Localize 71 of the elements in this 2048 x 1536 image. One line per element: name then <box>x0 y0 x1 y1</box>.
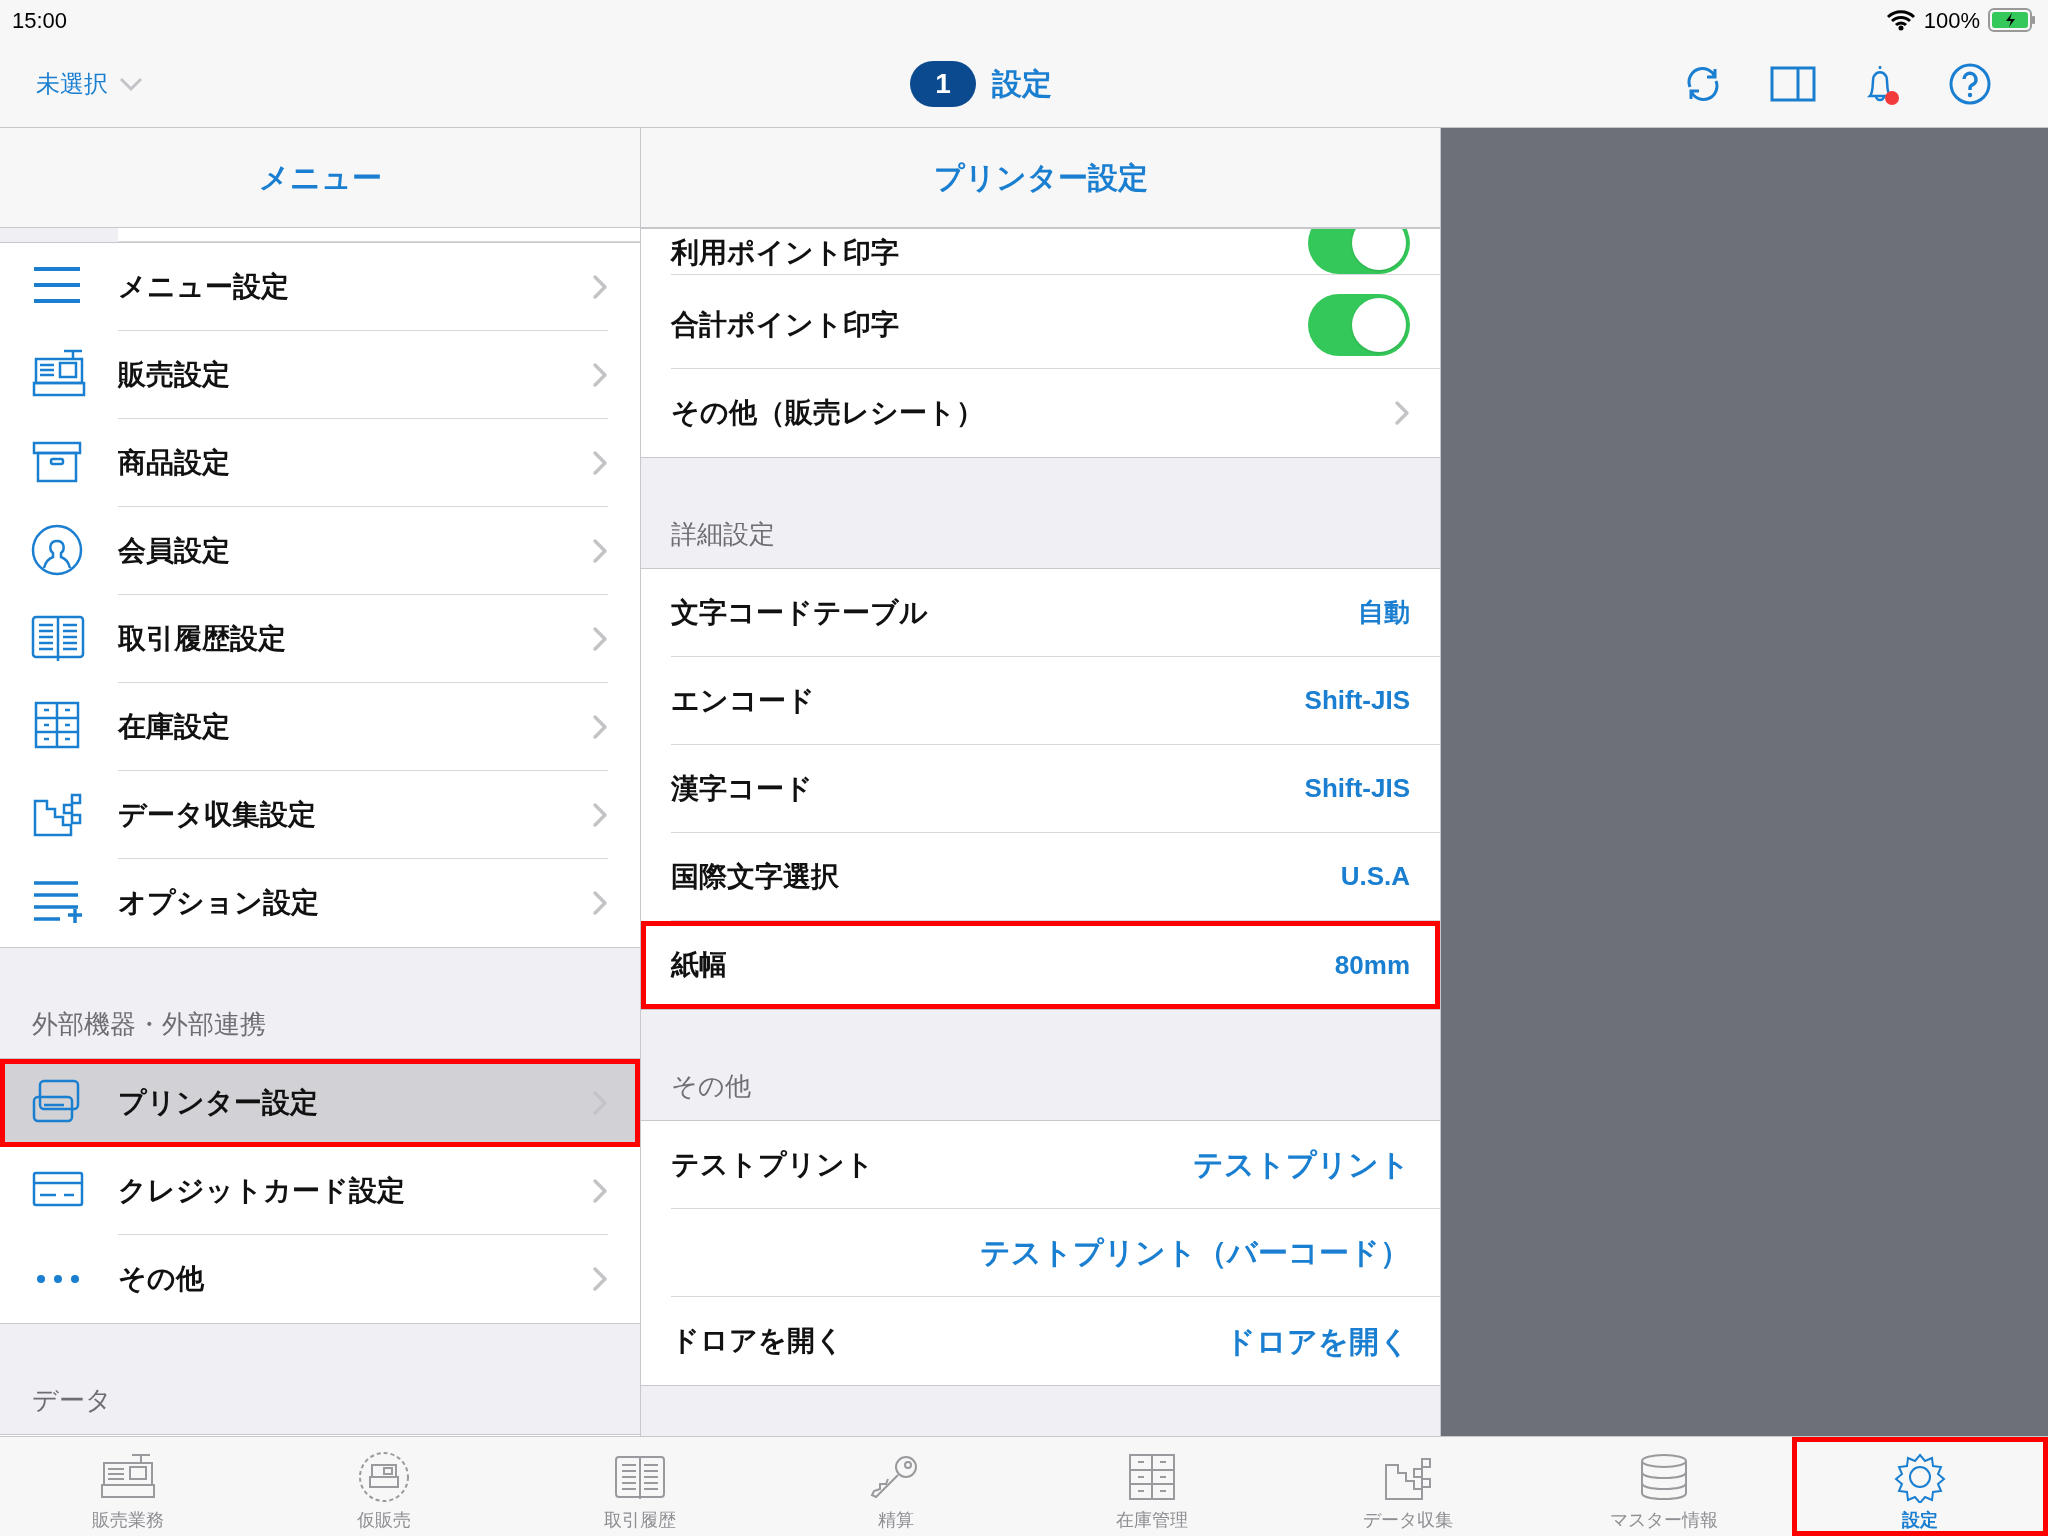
action-link[interactable]: ドロアを開く <box>1225 1318 1410 1364</box>
chevron-right-icon <box>592 890 608 916</box>
section-header: その他 <box>671 1070 751 1103</box>
menu-item-label: プリンター設定 <box>118 1085 319 1120</box>
chevron-right-icon <box>1394 400 1410 426</box>
setting-label: 国際文字選択 <box>671 859 840 894</box>
chevron-right-icon <box>592 273 608 300</box>
chevron-right-icon <box>592 625 608 652</box>
chevron-right-icon <box>592 1266 608 1292</box>
menu-item-label: 会員設定 <box>118 533 231 568</box>
chevron-right-icon <box>592 361 608 388</box>
setting-value: 80mm <box>1334 948 1410 982</box>
store-selector[interactable]: 未選択 <box>36 65 144 102</box>
menu-item-label: その他 <box>118 1262 205 1296</box>
setting-label: エンコード <box>671 683 816 718</box>
menu-item-label: メニュー設定 <box>118 269 290 304</box>
panel-title: プリンター設定 <box>933 160 1148 196</box>
menu-item-label: クレジットカード設定 <box>118 1173 406 1208</box>
battery-percent: 100% <box>1923 6 1980 35</box>
setting-value: Shift-JIS <box>1304 772 1410 805</box>
settings-row[interactable]: エンコード Shift-JIS <box>641 657 1440 745</box>
setting-value: U.S.A <box>1340 860 1410 893</box>
chevron-right-icon <box>592 1177 608 1204</box>
setting-value: Shift-JIS <box>1304 684 1410 717</box>
settings-row[interactable]: テストプリント（バーコード） <box>641 1209 1440 1297</box>
setting-label: テストプリント <box>671 1147 875 1182</box>
settings-row[interactable]: 紙幅 80mm <box>641 921 1440 1009</box>
menu-item[interactable]: プリンター設定 <box>0 1059 640 1147</box>
tab-item[interactable]: 設定 <box>1792 1437 2048 1536</box>
setting-label: 文字コードテーブル <box>671 595 929 630</box>
menu-item-label: 商品設定 <box>118 445 231 480</box>
setting-value: 自動 <box>1358 596 1410 629</box>
more-icon <box>34 1274 82 1284</box>
action-link[interactable]: テストプリント（バーコード） <box>980 1230 1410 1275</box>
settings-row[interactable]: 文字コードテーブル 自動 <box>641 569 1440 657</box>
section-header: データ <box>32 1384 112 1417</box>
menu-item-label: 在庫設定 <box>118 709 231 744</box>
setting-label: 利用ポイント印字 <box>671 236 900 270</box>
battery-icon <box>1988 8 2036 32</box>
settings-row[interactable]: その他（販売レシート） <box>641 369 1440 457</box>
menu-item-label: オプション設定 <box>118 886 320 920</box>
menu-item-label: 取引履歴設定 <box>118 621 287 656</box>
count-badge: 1 <box>910 60 976 107</box>
setting-label: 合計ポイント印字 <box>671 307 900 342</box>
chevron-right-icon <box>592 801 608 828</box>
chevron-right-icon <box>592 713 608 740</box>
setting-label: ドロアを開く <box>671 1324 845 1358</box>
setting-label: 紙幅 <box>671 948 728 982</box>
settings-row[interactable]: 漢字コード Shift-JIS <box>641 745 1440 833</box>
clock-time: 15:00 <box>12 6 68 35</box>
action-link[interactable]: テストプリント <box>1193 1142 1410 1187</box>
settings-row[interactable]: テストプリント テストプリント <box>641 1121 1440 1209</box>
sidebar-icon <box>1770 65 1816 102</box>
section-header: 外部機器・外部連携 <box>32 1008 266 1041</box>
page-title: 設定 <box>992 66 1052 102</box>
settings-row[interactable]: 国際文字選択 U.S.A <box>641 833 1440 921</box>
chevron-right-icon <box>592 449 608 476</box>
settings-row[interactable]: ドロアを開く ドロアを開く <box>641 1297 1440 1385</box>
help-icon <box>1948 61 1992 106</box>
toggle-switch[interactable] <box>1308 229 1410 274</box>
panel-title: メニュー <box>258 160 382 196</box>
menu-item-label: データ収集設定 <box>118 797 317 832</box>
chevron-down-icon <box>118 75 144 92</box>
split-view-button[interactable] <box>1770 65 1816 102</box>
chevron-right-icon <box>592 537 608 564</box>
setting-label: 漢字コード <box>671 771 814 806</box>
wifi-icon <box>1885 9 1916 31</box>
help-button[interactable] <box>1948 61 1992 106</box>
menu-item-label: 販売設定 <box>118 357 231 392</box>
setting-label: その他（販売レシート） <box>671 396 985 430</box>
section-header: 詳細設定 <box>671 518 775 551</box>
